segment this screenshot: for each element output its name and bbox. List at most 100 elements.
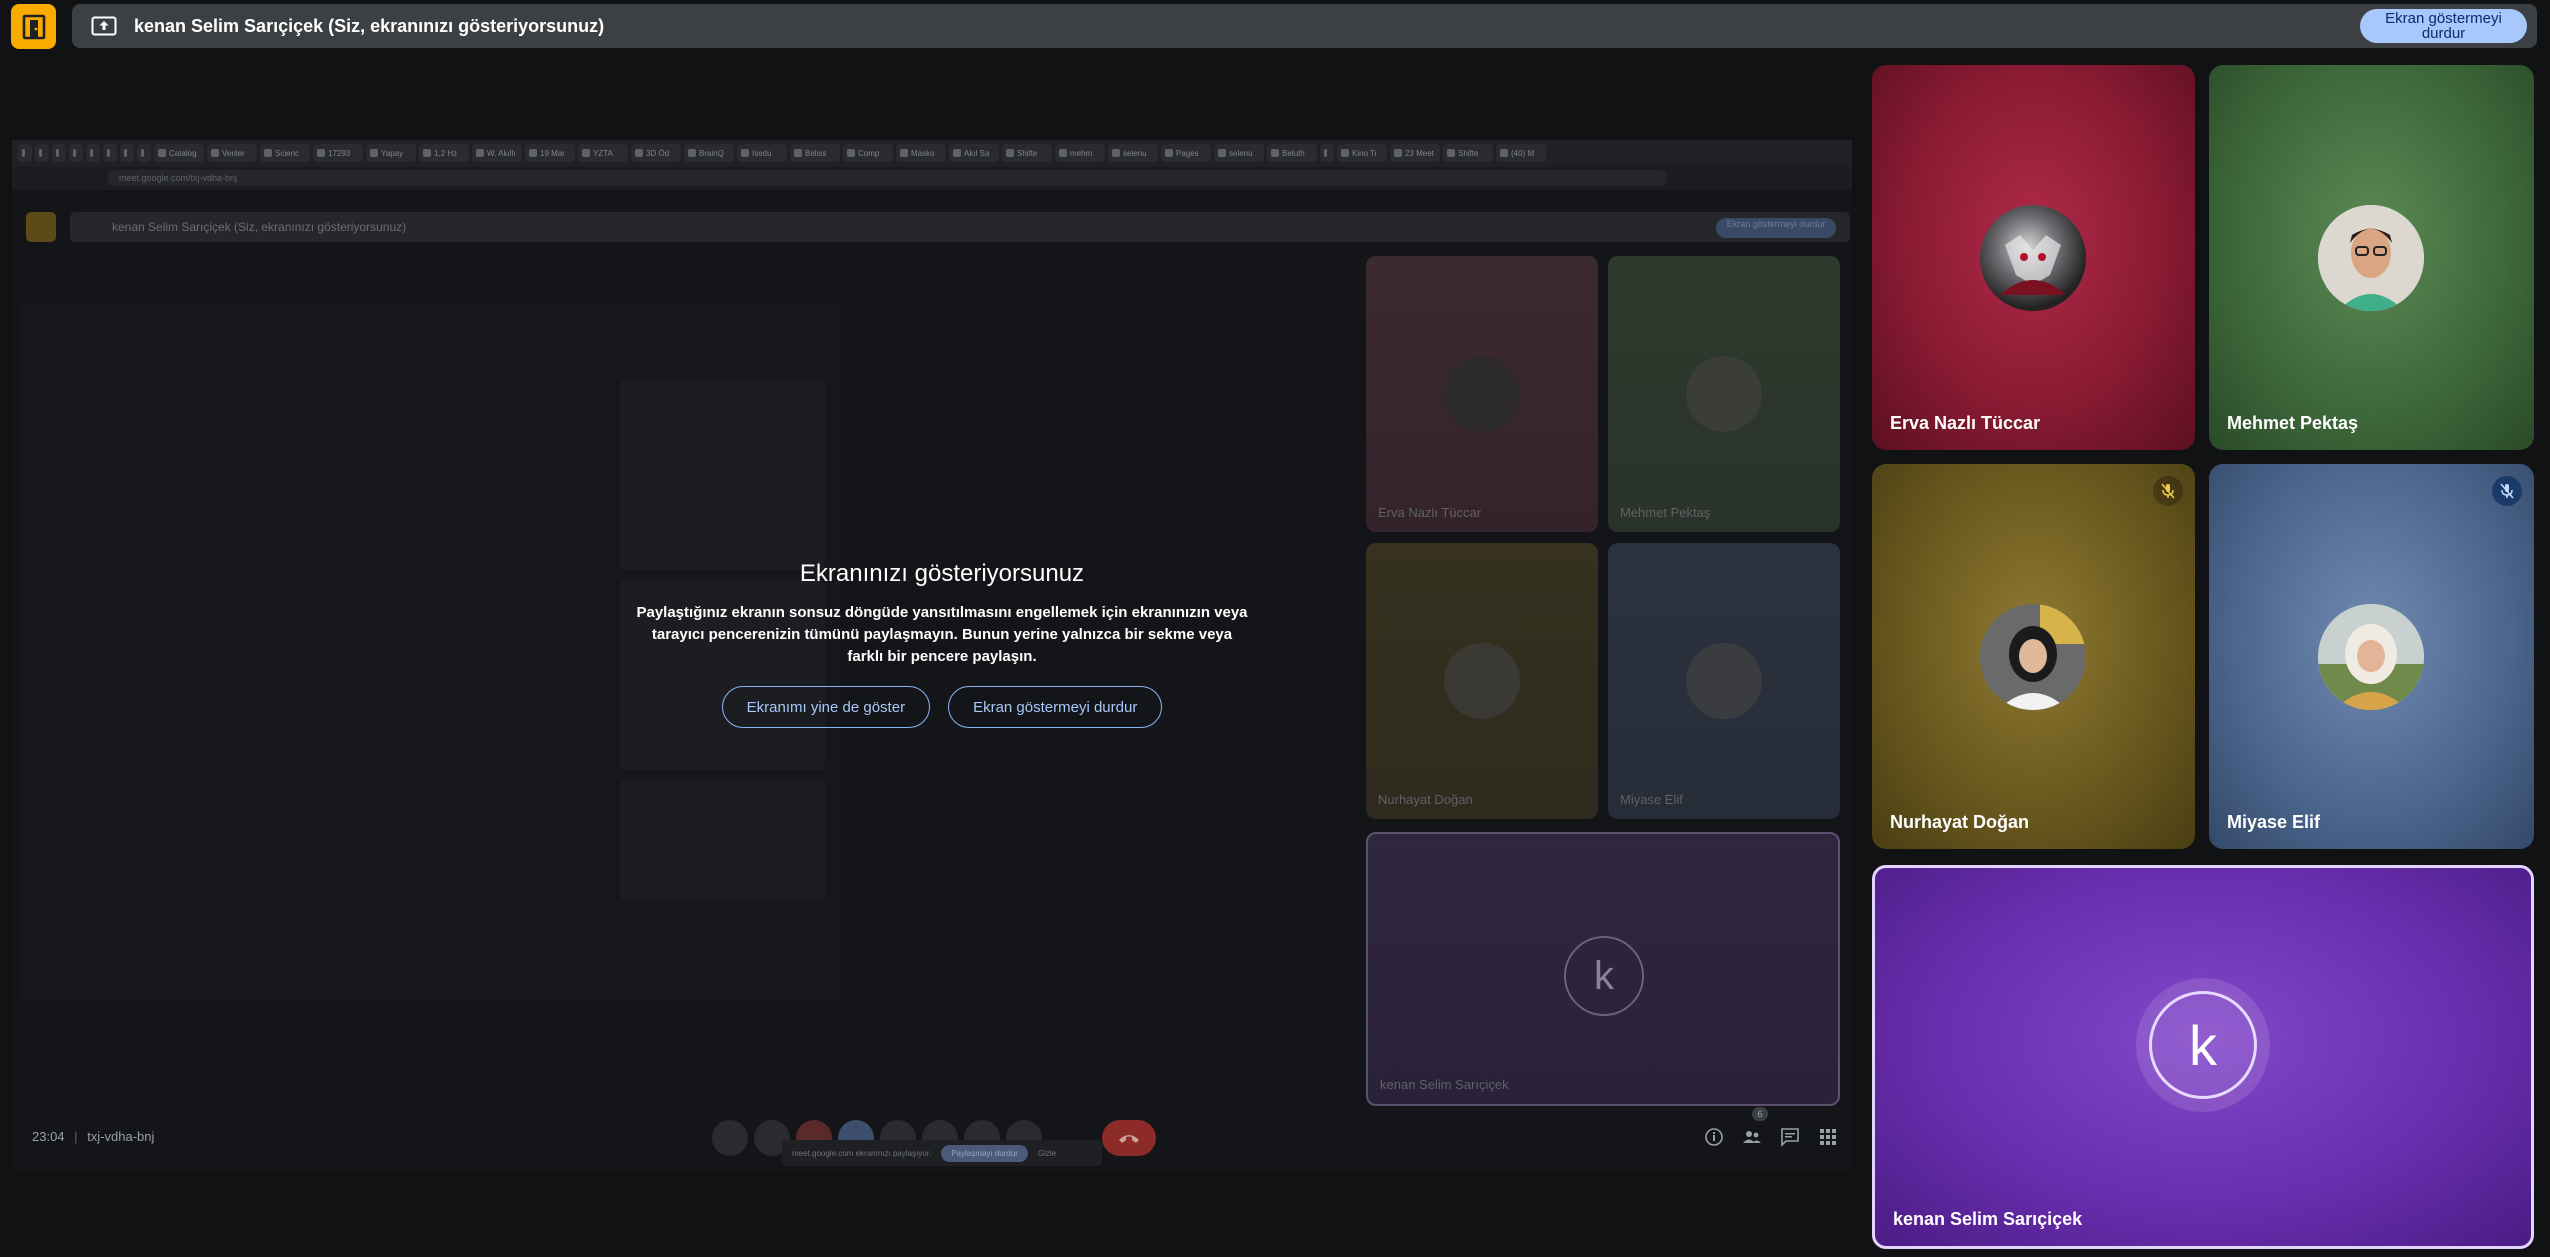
present-screen-icon bbox=[90, 15, 118, 37]
browser-tab: 23 Meet bbox=[1390, 144, 1440, 162]
tab-favicon-icon bbox=[211, 149, 219, 157]
inner-people-icon bbox=[1743, 1131, 1761, 1143]
tab-favicon-icon bbox=[635, 149, 643, 157]
infobar-text: meet.google.com ekranınızı paylaşıyor. bbox=[792, 1148, 932, 1158]
tab-favicon-icon bbox=[1165, 149, 1173, 157]
browser-tab: Shifte bbox=[1002, 144, 1052, 162]
tab-favicon-icon bbox=[1394, 149, 1402, 157]
avatar bbox=[2318, 205, 2424, 311]
browser-tab: selenu bbox=[1214, 144, 1264, 162]
browser-tab bbox=[137, 144, 151, 162]
tab-favicon-icon bbox=[953, 149, 961, 157]
browser-tab: Scienc bbox=[260, 144, 310, 162]
tab-favicon-icon bbox=[1059, 149, 1067, 157]
tab-favicon-icon bbox=[56, 149, 59, 157]
participant-tile-kenan[interactable]: k kenan Selim Sarıçiçek bbox=[1872, 865, 2534, 1249]
avatar-initial: k bbox=[2189, 1013, 2217, 1077]
browser-tab: Akıl Sa bbox=[949, 144, 999, 162]
address-field[interactable]: meet.google.com/txj-vdha-bnj bbox=[107, 170, 1667, 186]
tab-favicon-icon bbox=[107, 149, 110, 157]
presenting-warning-dialog: Ekranınızı gösteriyorsunuz Paylaştığınız… bbox=[632, 560, 1252, 728]
avatar bbox=[1980, 205, 2086, 311]
participant-tile-miyase[interactable]: Miyase Elif bbox=[2209, 464, 2534, 849]
browser-tab: Beliss bbox=[790, 144, 840, 162]
browser-tab bbox=[103, 144, 117, 162]
tab-label: Scienc bbox=[275, 148, 300, 158]
stop-presenting-button[interactable]: Ekran göstermeyi durdur bbox=[2360, 9, 2527, 43]
dialog-body: Paylaştığınız ekranın sonsuz döngüde yan… bbox=[636, 604, 1248, 665]
tab-favicon-icon bbox=[39, 149, 42, 157]
top-bar: kenan Selim Sarıçiçek (Siz, ekranınızı g… bbox=[0, 0, 2550, 52]
participant-name: Nurhayat Doğan bbox=[1890, 812, 2030, 832]
tab-label: Akıl Sa bbox=[964, 148, 990, 158]
inner-k-initial: k bbox=[1594, 953, 1614, 998]
muted-mic-badge bbox=[2153, 476, 2183, 506]
browser-tab bbox=[52, 144, 66, 162]
tab-favicon-icon bbox=[22, 149, 25, 157]
inner-tile-name: Erva Nazlı Tüccar bbox=[1378, 505, 1482, 520]
browser-tab: Beluth bbox=[1267, 144, 1317, 162]
tab-favicon-icon bbox=[529, 149, 537, 157]
browser-tab bbox=[1320, 144, 1334, 162]
mic-off-icon bbox=[2161, 483, 2175, 499]
presenting-banner: kenan Selim Sarıçiçek (Siz, ekranınızı g… bbox=[72, 4, 2537, 48]
tab-favicon-icon bbox=[847, 149, 855, 157]
tab-label: Isedu bbox=[752, 148, 772, 158]
tab-favicon-icon bbox=[476, 149, 484, 157]
browser-tab bbox=[18, 144, 32, 162]
tab-favicon-icon bbox=[900, 149, 908, 157]
browser-tab: 3D Öd bbox=[631, 144, 681, 162]
browser-tab: Catalog bbox=[154, 144, 204, 162]
dialog-title: Ekranınızı gösteriyorsunuz bbox=[799, 560, 1085, 587]
participant-tile-nurhayat[interactable]: Nurhayat Doğan bbox=[1872, 464, 2195, 849]
browser-tab: Veriler bbox=[207, 144, 257, 162]
browser-tab: (40) M bbox=[1496, 144, 1546, 162]
browser-tab: 1,2 Hz bbox=[419, 144, 469, 162]
browser-tab: Comp bbox=[843, 144, 893, 162]
tab-favicon-icon bbox=[158, 149, 166, 157]
infobar-stop-button: Paylaşmayı durdur bbox=[941, 1144, 1028, 1162]
tab-favicon-icon bbox=[741, 149, 749, 157]
browser-tab: Pages bbox=[1161, 144, 1211, 162]
browser-tab: Yapay bbox=[366, 144, 416, 162]
phone-hangup-icon bbox=[1119, 1135, 1139, 1143]
tab-favicon-icon bbox=[794, 149, 802, 157]
participant-tile-erva[interactable]: Erva Nazlı Tüccar bbox=[1872, 65, 2195, 450]
inner-time: 23:04 bbox=[32, 1129, 65, 1144]
dialog-stop-button[interactable]: Ekran göstermeyi durdur bbox=[948, 686, 1163, 728]
inner-k-avatar: k bbox=[1564, 936, 1644, 1016]
avatar bbox=[2318, 604, 2424, 710]
inner-meeting-code: txj-vdha-bnj bbox=[87, 1129, 155, 1144]
tab-label: YZTA bbox=[593, 148, 613, 158]
inner-sharing-infobar: meet.google.com ekranınızı paylaşıyor. P… bbox=[782, 1140, 1102, 1166]
browser-tab: Masko bbox=[896, 144, 946, 162]
browser-tab-strip: Catalog Veriler Scienc 17293 Yapay 1,2 Hz W. A… bbox=[12, 140, 1852, 166]
tab-favicon-icon bbox=[1218, 149, 1226, 157]
inner-tile-mehmet: Mehmet Pektaş bbox=[1608, 256, 1840, 532]
show-anyway-button[interactable]: Ekranımı yine de göster bbox=[721, 686, 931, 728]
tab-favicon-icon bbox=[582, 149, 590, 157]
tab-label: W. Akıllı bbox=[487, 148, 516, 158]
browser-tab: Shifte bbox=[1443, 144, 1493, 162]
browser-tab: mehm bbox=[1055, 144, 1105, 162]
inner-avatar bbox=[1444, 356, 1520, 432]
tab-favicon-icon bbox=[317, 149, 325, 157]
nested-logo bbox=[26, 212, 56, 242]
inner-tile-erva: Erva Nazlı Tüccar bbox=[1366, 256, 1598, 532]
participant-name: Mehmet Pektaş bbox=[2227, 413, 2359, 433]
inner-tile-name: Mehmet Pektaş bbox=[1620, 505, 1711, 520]
inner-avatar bbox=[1444, 643, 1520, 719]
nested-stop-button: Ekran göstermeyi durdur bbox=[1716, 218, 1836, 238]
browser-tab bbox=[120, 144, 134, 162]
tab-label: selenu bbox=[1229, 148, 1253, 158]
tab-label: Shifte bbox=[1017, 148, 1038, 158]
tab-label: selenu bbox=[1123, 148, 1147, 158]
activities-logo-button[interactable] bbox=[11, 4, 56, 49]
infobar-hide-button: Gizle bbox=[1037, 1148, 1057, 1158]
inner-end-call-button bbox=[1102, 1120, 1156, 1156]
participant-tile-mehmet[interactable]: Mehmet Pektaş bbox=[2209, 65, 2534, 450]
inner-avatar bbox=[1686, 356, 1762, 432]
muted-mic-badge bbox=[2492, 476, 2522, 506]
tab-favicon-icon bbox=[423, 149, 431, 157]
browser-tab bbox=[69, 144, 83, 162]
